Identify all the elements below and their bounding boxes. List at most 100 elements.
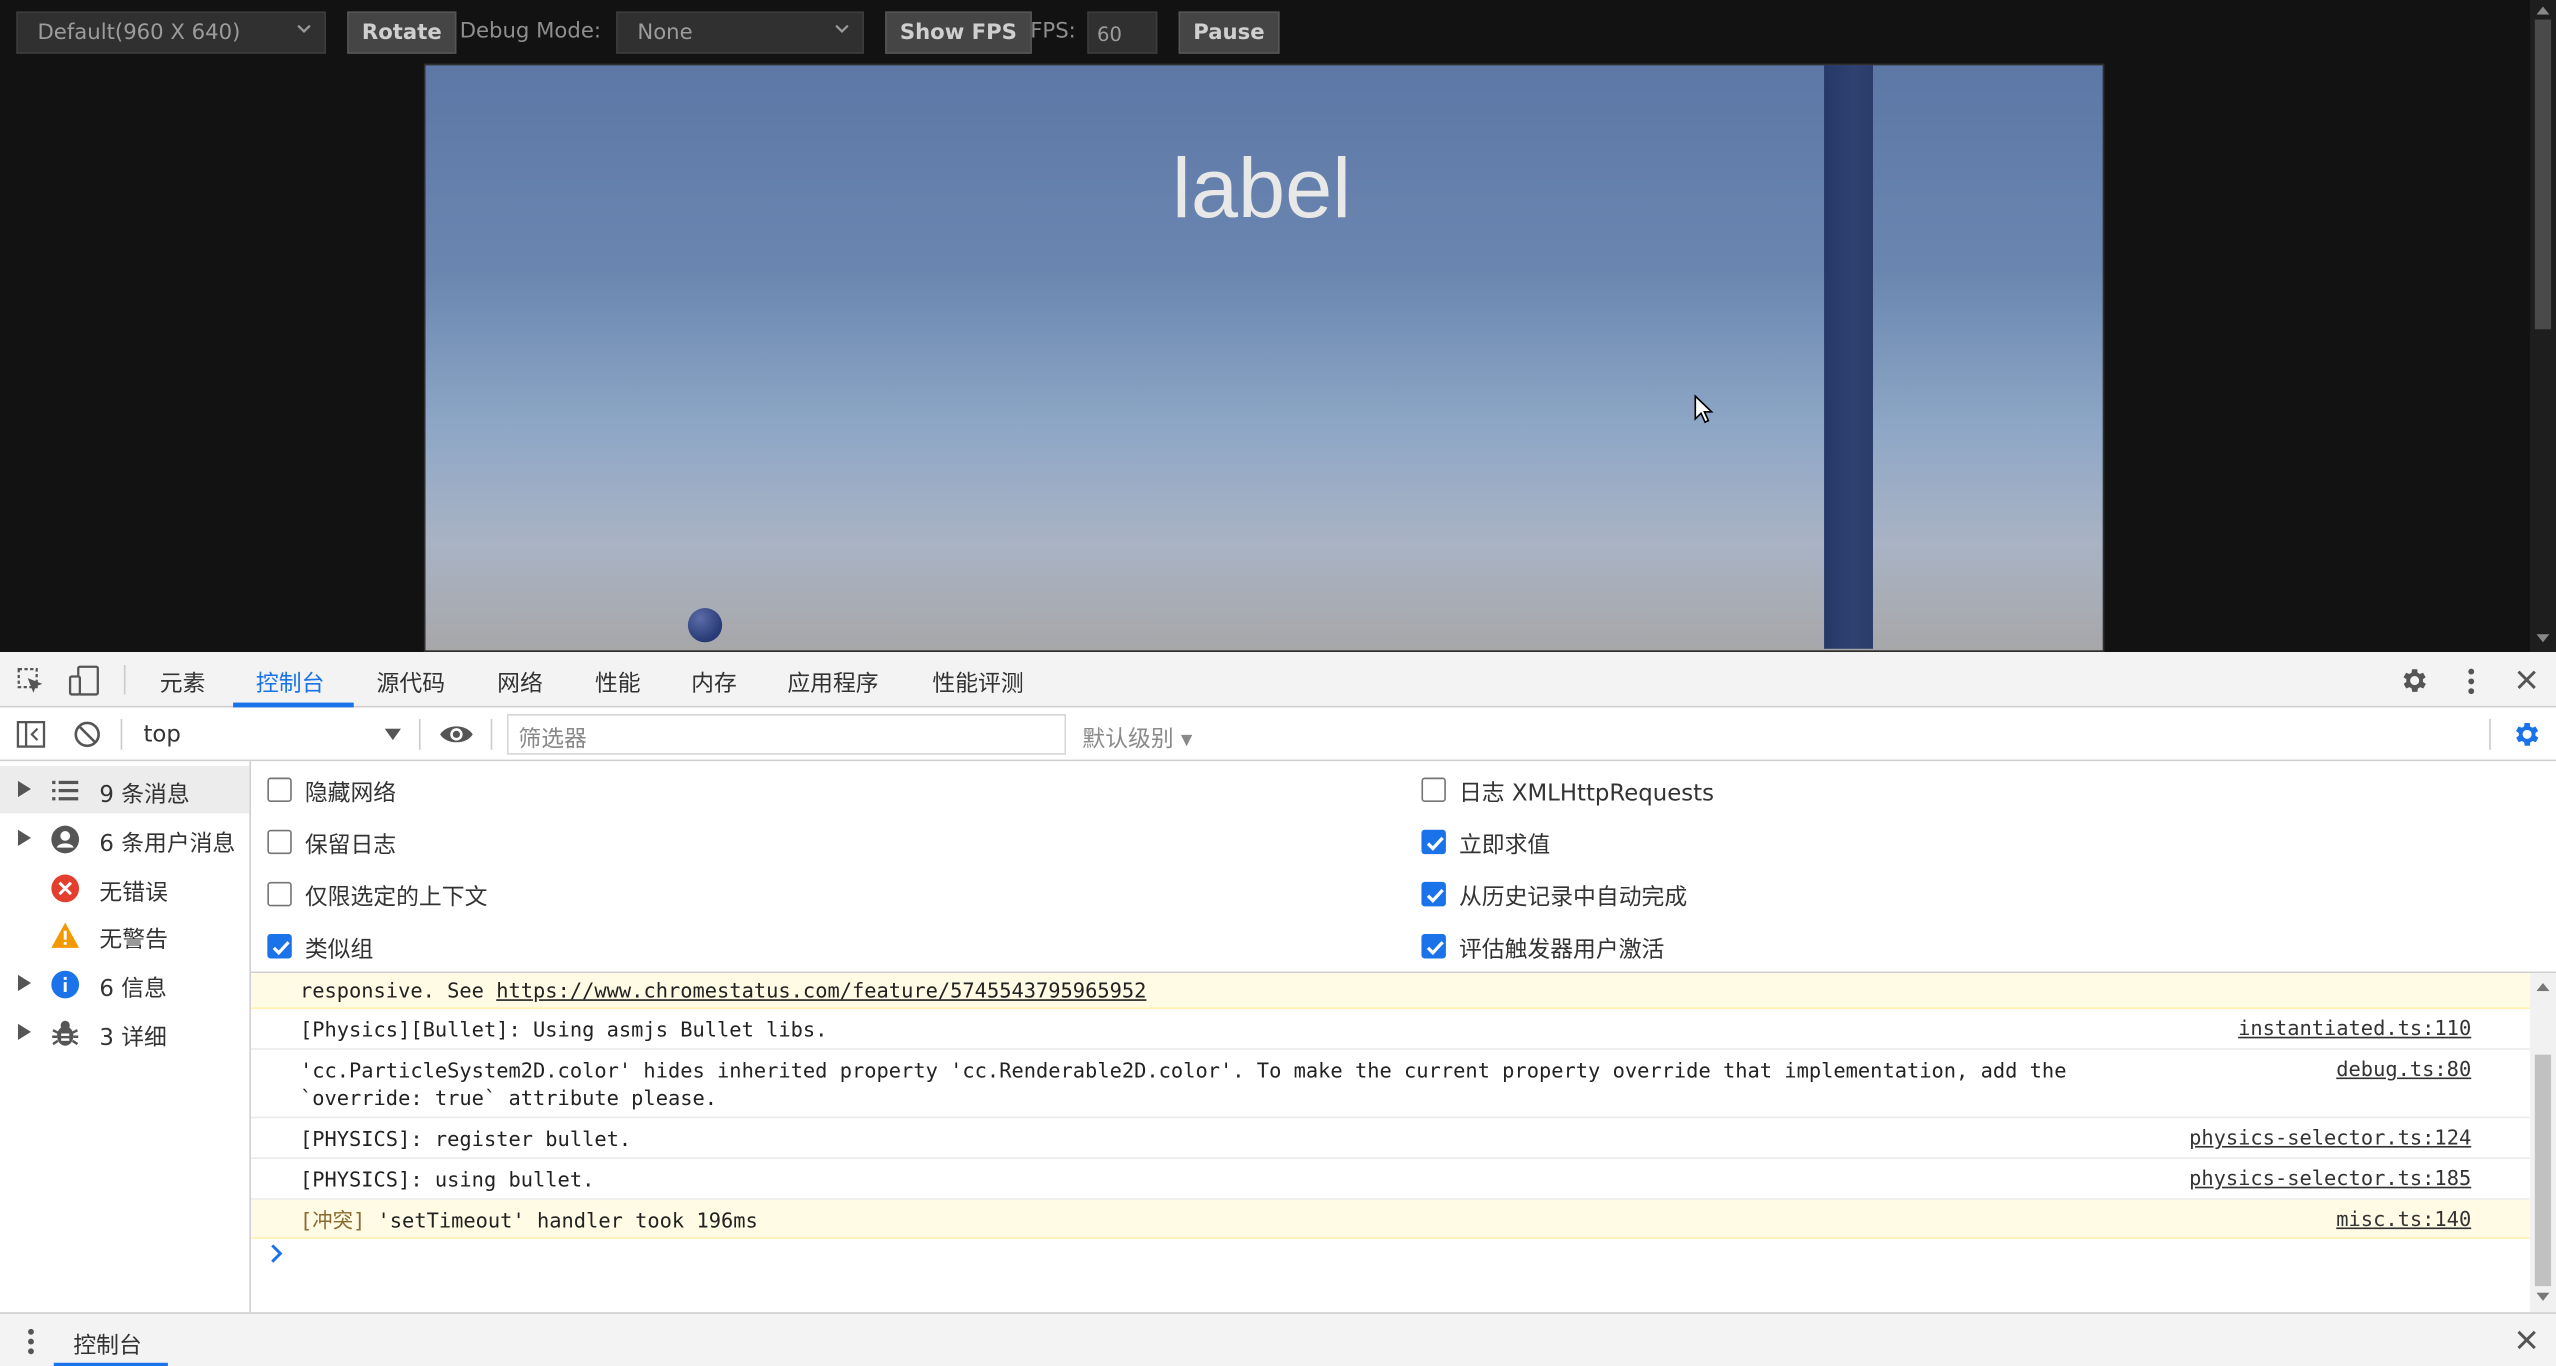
log-row: 'cc.ParticleSystem2D.color' hides inheri… <box>251 1050 2530 1119</box>
option-label: 日志 XMLHttpRequests <box>1458 780 1715 807</box>
game-ball <box>687 608 723 643</box>
log-level-label: 默认级别 <box>1082 727 1174 754</box>
preview-scrollbar-thumb[interactable] <box>2534 19 2552 330</box>
sidebar-item-label: 3 详细 <box>99 1025 167 1052</box>
checkbox[interactable] <box>1421 777 1446 803</box>
scroll-down-icon[interactable] <box>2536 634 2550 644</box>
tab-performance[interactable]: 性能 <box>595 667 641 700</box>
sidebar-item-label: 6 信息 <box>99 976 167 1003</box>
log-tag: [冲突] <box>299 1207 366 1233</box>
tab-elements[interactable]: 元素 <box>160 667 206 700</box>
eye-icon[interactable] <box>438 722 474 746</box>
debug-mode-label: Debug Mode: <box>459 19 601 45</box>
log-link[interactable]: https://www.chromestatus.com/feature/574… <box>496 978 1146 1002</box>
log-source-link[interactable]: instantiated.ts:110 <box>2238 1016 2471 1040</box>
log-source-link[interactable]: misc.ts:140 <box>2336 1206 2471 1230</box>
tab-lighthouse[interactable]: 性能评测 <box>932 667 1023 700</box>
expand-arrow-icon[interactable] <box>17 974 31 992</box>
check-icon <box>272 941 290 956</box>
chevron-down-icon <box>297 24 311 34</box>
devtools-tab-bar: 元素 控制台 源代码 网络 性能 内存 应用程序 性能评测 <box>0 652 2556 708</box>
drawer-bar: 控制台 <box>0 1312 2556 1366</box>
app-root: Default(960 X 640) Rotate Debug Mode: No… <box>0 0 2556 1366</box>
console-settings-icon[interactable] <box>2510 719 2541 750</box>
sidebar-toggle-icon[interactable] <box>16 720 46 749</box>
expand-arrow-icon[interactable] <box>17 1023 31 1041</box>
tab-console[interactable]: 控制台 <box>256 667 324 700</box>
close-icon[interactable] <box>2515 668 2538 691</box>
check-icon <box>1426 888 1444 903</box>
drawer-menu-icon[interactable] <box>21 1327 41 1356</box>
log-source-link[interactable]: physics-selector.ts:185 <box>2189 1166 2471 1190</box>
log-source-link[interactable]: physics-selector.ts:124 <box>2189 1125 2471 1149</box>
checkbox-checked[interactable] <box>267 934 292 959</box>
gear-icon[interactable] <box>2398 665 2429 696</box>
log-level-select[interactable]: 默认级别 ▾ <box>1082 722 1192 755</box>
context-select[interactable]: top <box>143 722 180 748</box>
tab-application[interactable]: 应用程序 <box>787 667 878 700</box>
checkbox-checked[interactable] <box>1421 881 1446 907</box>
check-icon <box>1426 941 1444 956</box>
sidebar-item-verbose[interactable]: 3 详细 <box>0 1009 249 1056</box>
log-message: [冲突] 'setTimeout' handler took 196ms <box>300 1206 758 1234</box>
checkbox-checked[interactable] <box>1421 829 1446 855</box>
tab-sources[interactable]: 源代码 <box>377 667 445 700</box>
tab-memory[interactable]: 内存 <box>691 667 737 700</box>
checkbox[interactable] <box>267 829 292 855</box>
drawer-close-icon[interactable] <box>2515 1329 2538 1352</box>
expand-arrow-icon[interactable] <box>17 780 31 798</box>
tab-divider <box>123 665 126 695</box>
sidebar-item-label: 9 条消息 <box>99 782 190 809</box>
scroll-up-icon[interactable] <box>2536 981 2550 992</box>
device-select[interactable]: Default(960 X 640) <box>16 11 327 54</box>
checkbox[interactable] <box>267 777 292 803</box>
preview-toolbar: Default(960 X 640) Rotate Debug Mode: No… <box>0 0 2530 65</box>
debug-mode-select[interactable]: None <box>616 11 864 54</box>
debug-mode-value: None <box>637 21 693 46</box>
checkbox[interactable] <box>267 881 292 907</box>
console-sidebar: 9 条消息 6 条用户消息 无错误 无警告 6 信息 3 详细 <box>0 761 252 1313</box>
log-message: responsive. See https://www.chromestatus… <box>300 976 1146 1004</box>
console-log[interactable]: responsive. See https://www.chromestatus… <box>251 973 2530 1313</box>
more-vertical-icon[interactable] <box>2461 667 2481 696</box>
expand-arrow-icon[interactable] <box>17 829 31 847</box>
sidebar-item-info[interactable]: 6 信息 <box>0 960 249 1007</box>
option-label: 从历史记录中自动完成 <box>1458 885 1688 912</box>
log-source-link[interactable]: debug.ts:80 <box>2336 1056 2471 1080</box>
info-icon <box>51 970 80 999</box>
pause-button[interactable]: Pause <box>1178 11 1280 54</box>
toolbar-divider <box>2489 718 2491 750</box>
console-scrollbar[interactable] <box>2529 973 2556 1313</box>
sidebar-item-warnings[interactable]: 无警告 <box>0 911 249 958</box>
sidebar-item-errors[interactable]: 无错误 <box>0 864 249 911</box>
toolbar-divider <box>418 718 421 750</box>
option-label: 立即求值 <box>1458 832 1551 860</box>
list-icon <box>52 780 79 801</box>
show-fps-button[interactable]: Show FPS <box>885 11 1032 54</box>
filter-input[interactable]: 筛选器 <box>506 713 1067 755</box>
drawer-tab-console[interactable]: 控制台 <box>73 1329 141 1362</box>
checkbox-checked[interactable] <box>1421 934 1446 959</box>
sidebar-item-label: 无错误 <box>99 880 168 907</box>
console-toolbar: top 筛选器 默认级别 ▾ <box>0 707 2556 762</box>
device-toolbar-icon[interactable] <box>68 665 101 696</box>
fps-input[interactable]: 60 <box>1087 11 1158 54</box>
toolbar-divider <box>120 718 123 750</box>
toolbar-divider <box>490 718 493 750</box>
log-row: [Physics][Bullet]: Using asmjs Bullet li… <box>251 1009 2530 1050</box>
scroll-up-icon[interactable] <box>2536 5 2550 15</box>
tab-network[interactable]: 网络 <box>497 667 543 700</box>
dropdown-triangle-icon[interactable] <box>384 728 402 741</box>
game-canvas[interactable]: label <box>423 63 2105 653</box>
clear-console-icon[interactable] <box>73 721 101 749</box>
console-scrollbar-thumb[interactable] <box>2534 1054 2552 1287</box>
sidebar-item-user-messages[interactable]: 6 条用户消息 <box>0 815 249 862</box>
inspect-element-icon[interactable] <box>16 667 45 696</box>
console-prompt-icon[interactable] <box>269 1244 285 1264</box>
sidebar-item-messages[interactable]: 9 条消息 <box>0 766 250 814</box>
log-row: [PHYSICS]: using bullet. physics-selecto… <box>251 1159 2530 1200</box>
rotate-button[interactable]: Rotate <box>347 11 457 54</box>
scroll-down-icon[interactable] <box>2536 1292 2550 1303</box>
option-label: 保留日志 <box>304 832 397 860</box>
preview-scrollbar[interactable] <box>2529 0 2556 653</box>
